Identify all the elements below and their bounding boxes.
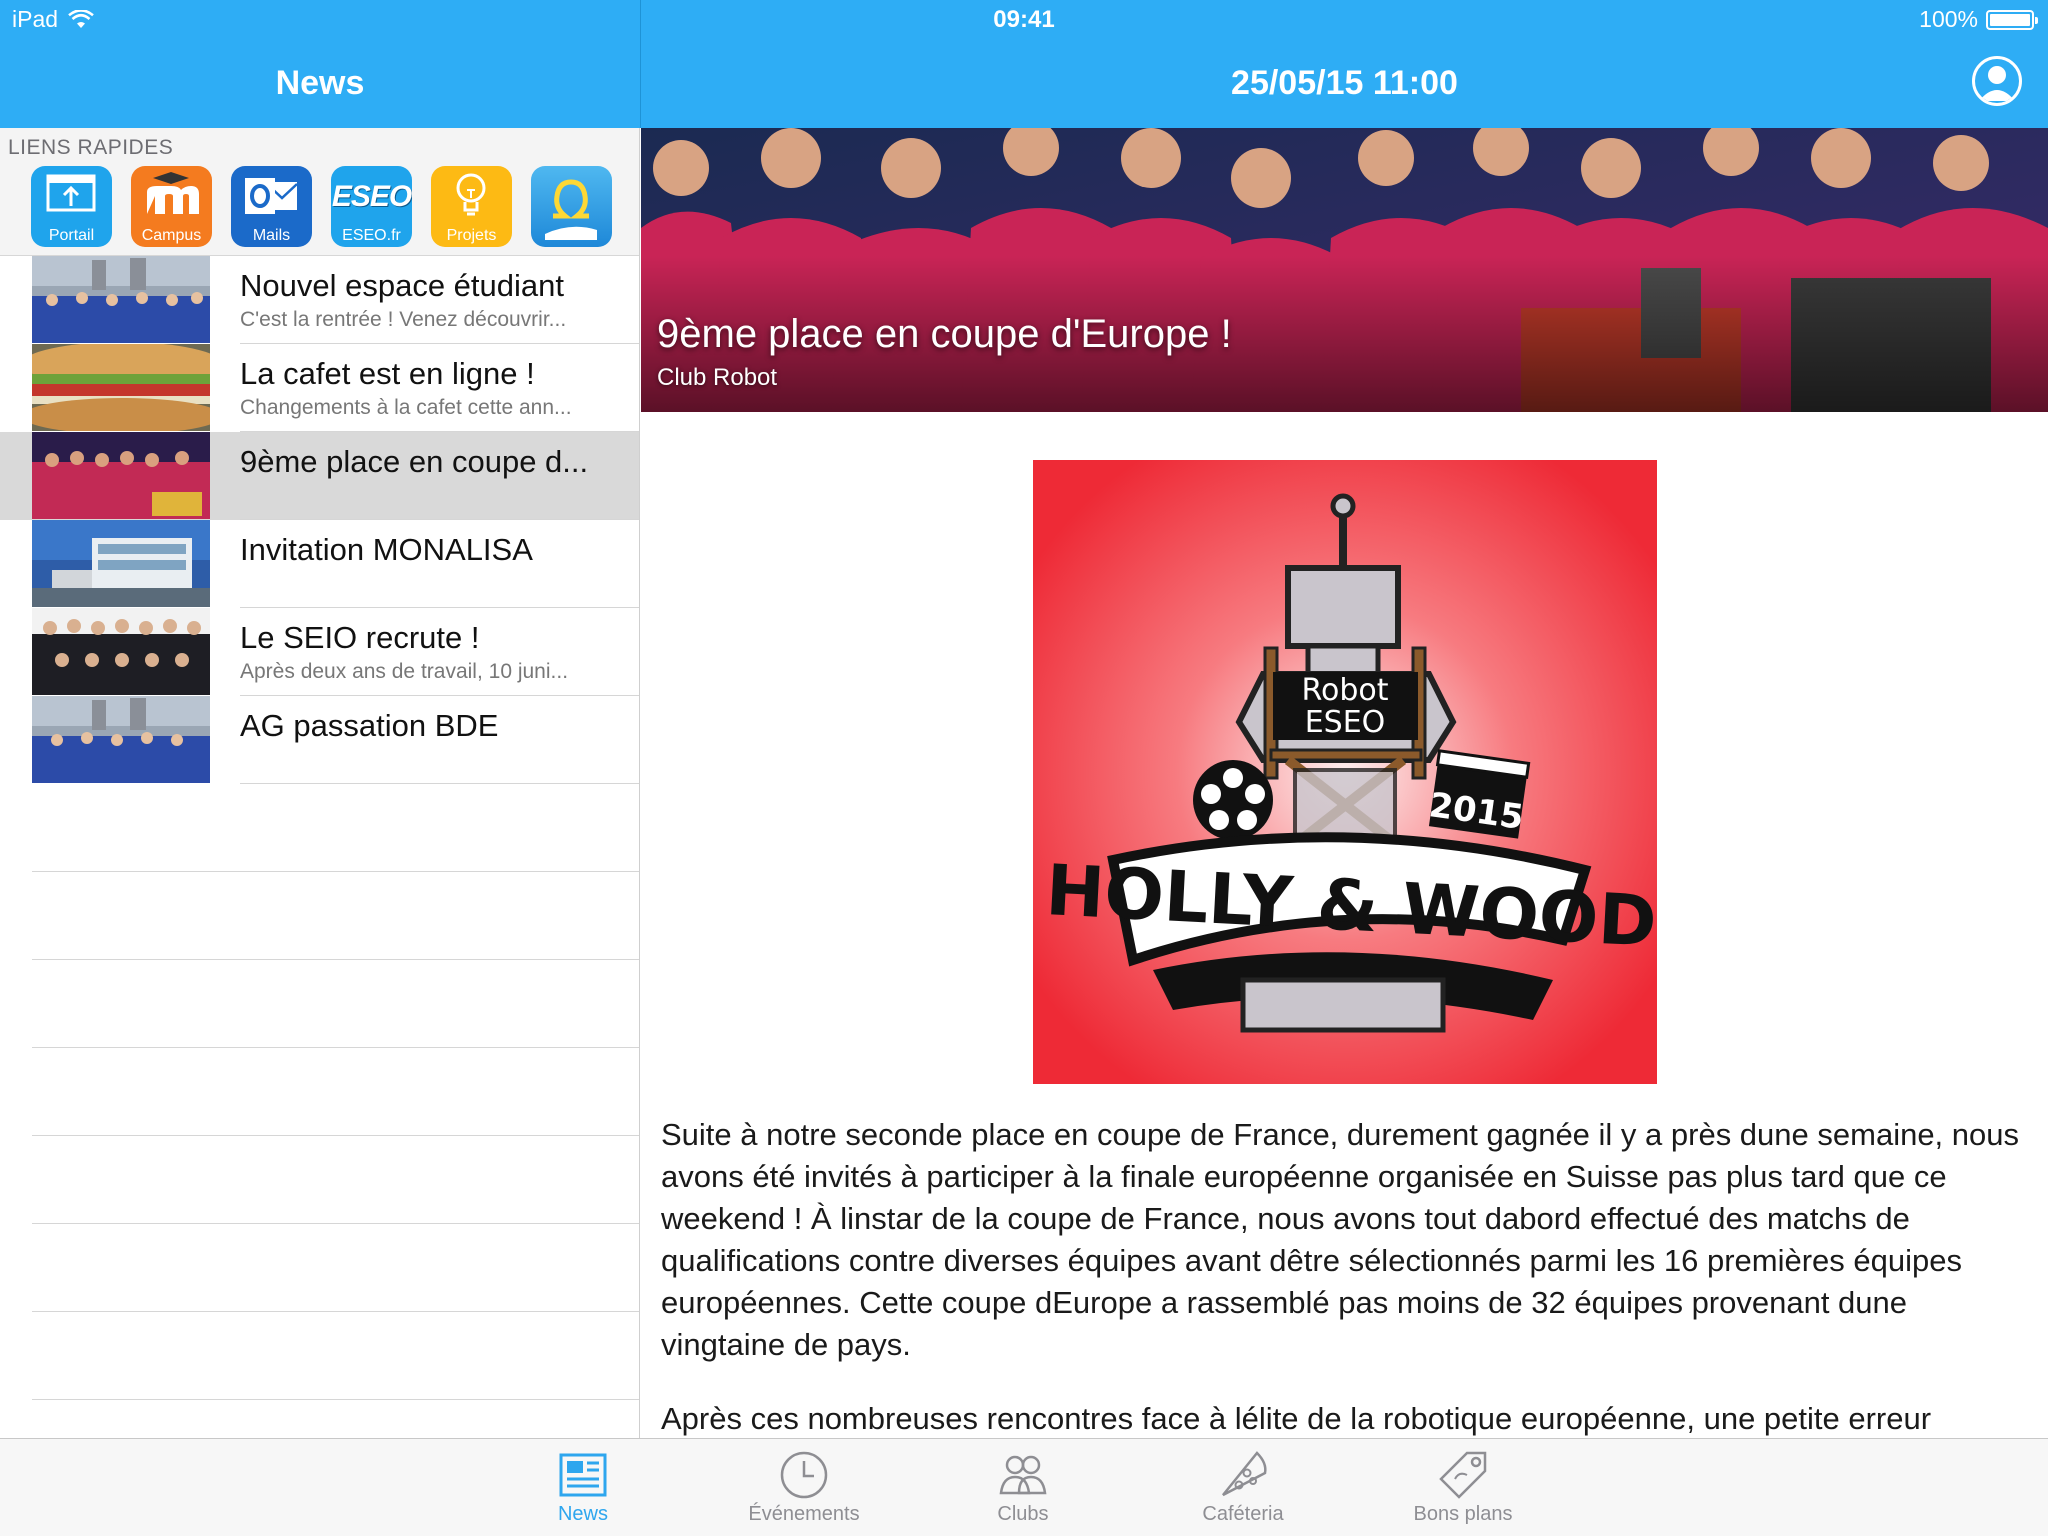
moodle-m-icon [147,172,199,214]
tab-label: Clubs [997,1503,1049,1525]
news-title: Le SEIO recrute ! [240,620,480,655]
tab-bons-plans[interactable]: Bons plans [1393,1439,1533,1536]
detail-panel: 9ème place en coupe d'Europe ! Club Robo… [641,128,2048,1438]
newspaper-icon [559,1453,607,1497]
news-item[interactable]: Nouvel espace étudiant C'est la rentrée … [0,256,639,344]
hero-title: 9ème place en coupe d'Europe ! [657,312,1232,356]
quick-link-projets[interactable]: Projets [431,166,512,247]
quick-links-header: LIENS RAPIDES [8,136,174,159]
top-bar: iPad 09:41 100% News 25/05/15 11:00 [0,0,2048,128]
hero-image: 9ème place en coupe d'Europe ! Club Robo… [641,128,2048,412]
master-title: News [275,64,365,102]
quick-link-campus[interactable]: Campus [131,166,212,247]
article-body: Suite à notre seconde place en coupe de … [661,1114,2031,1438]
clock-icon [780,1451,828,1499]
price-tag-icon [1439,1451,1487,1499]
tab-bar: News Événements Clubs Caféteria Bons pla… [0,1438,2048,1536]
master-panel: LIENS RAPIDES Portail Campus Mails ESEO … [0,128,640,1438]
poster-eseo-text: ESEO [1305,705,1386,740]
news-title: AG passation BDE [240,708,499,743]
news-thumbnail [32,608,210,695]
news-list: Nouvel espace étudiant C'est la rentrée … [0,256,639,784]
news-title: La cafet est en ligne ! [240,356,535,391]
news-item[interactable]: La cafet est en ligne ! Changements à la… [0,344,639,432]
quick-link-label: ESEO.fr [342,227,401,244]
tab-evenements[interactable]: Événements [734,1439,874,1536]
lightbulb-icon [456,173,486,216]
tab-label: Caféteria [1202,1503,1284,1525]
tab-label: Événements [748,1503,860,1525]
news-thumbnail [32,696,210,783]
news-thumbnail [32,520,210,607]
quick-link-label: Projets [446,227,497,244]
news-item[interactable]: AG passation BDE [0,696,639,784]
tab-news[interactable]: News [513,1439,653,1536]
quick-link-portail[interactable]: Portail [31,166,112,247]
tab-cafeteria[interactable]: Caféteria [1173,1439,1313,1536]
news-item[interactable]: Le SEIO recrute ! Après deux ans de trav… [0,608,639,696]
quick-links-icons: Portail Campus Mails ESEO ESEO.fr Projet… [31,166,612,247]
battery-icon [1986,9,2038,30]
article-poster: Robot ESEO 2015 HOLLY & WOOD [1033,460,1657,1084]
detail-title: 25/05/15 11:00 [1231,64,1458,102]
people-icon [999,1455,1047,1495]
user-avatar-icon [1979,66,2015,101]
profile-button[interactable] [1972,56,2022,106]
hero-subtitle: Club Robot [657,364,778,391]
news-title: Nouvel espace étudiant [240,268,565,303]
pizza-slice-icon [1222,1451,1267,1497]
status-time: 09:41 [993,6,1055,33]
article-paragraph: Suite à notre seconde place en coupe de … [661,1117,2020,1362]
empty-rows [0,784,639,1438]
battery-percent: 100% [1919,6,1978,32]
news-thumbnail [32,344,210,431]
news-subtitle: Changements à la cafet cette ann... [240,396,572,419]
news-item[interactable]: Invitation MONALISA [0,520,639,608]
poster-robot-text: Robot [1301,673,1388,708]
news-thumbnail [32,256,210,343]
quick-link-eseo[interactable]: ESEO ESEO.fr [331,166,412,247]
hero-photo [641,128,2048,412]
quick-link-omega[interactable] [531,166,612,247]
article-paragraph: Après ces nombreuses rencontres face à l… [661,1401,1932,1436]
tab-label: Bons plans [1413,1503,1513,1525]
news-item-selected[interactable]: 9ème place en coupe d... [0,432,639,520]
app-root: iPad 09:41 100% News 25/05/15 11:00 LIEN… [0,0,2048,1536]
portal-upload-icon [46,174,96,212]
news-thumbnail [32,432,210,519]
omega-logo-icon [545,179,597,240]
quick-link-label: Campus [141,227,202,244]
eseo-logo-icon: ESEO [331,180,412,213]
quick-link-label: Mails [252,227,291,244]
news-subtitle: Après deux ans de travail, 10 juni... [240,660,569,683]
tab-clubs[interactable]: Clubs [953,1439,1093,1536]
quick-link-label: Portail [48,227,95,244]
status-right: 100% [1919,6,2038,33]
news-title: Invitation MONALISA [240,532,533,567]
news-subtitle: C'est la rentrée ! Venez découvrir... [240,308,567,331]
news-title: 9ème place en coupe d... [240,444,589,479]
tab-label: News [557,1503,608,1525]
quick-link-mails[interactable]: Mails [231,166,312,247]
outlook-mail-icon [245,178,298,214]
quick-links: LIENS RAPIDES Portail Campus Mails ESEO … [0,128,639,256]
